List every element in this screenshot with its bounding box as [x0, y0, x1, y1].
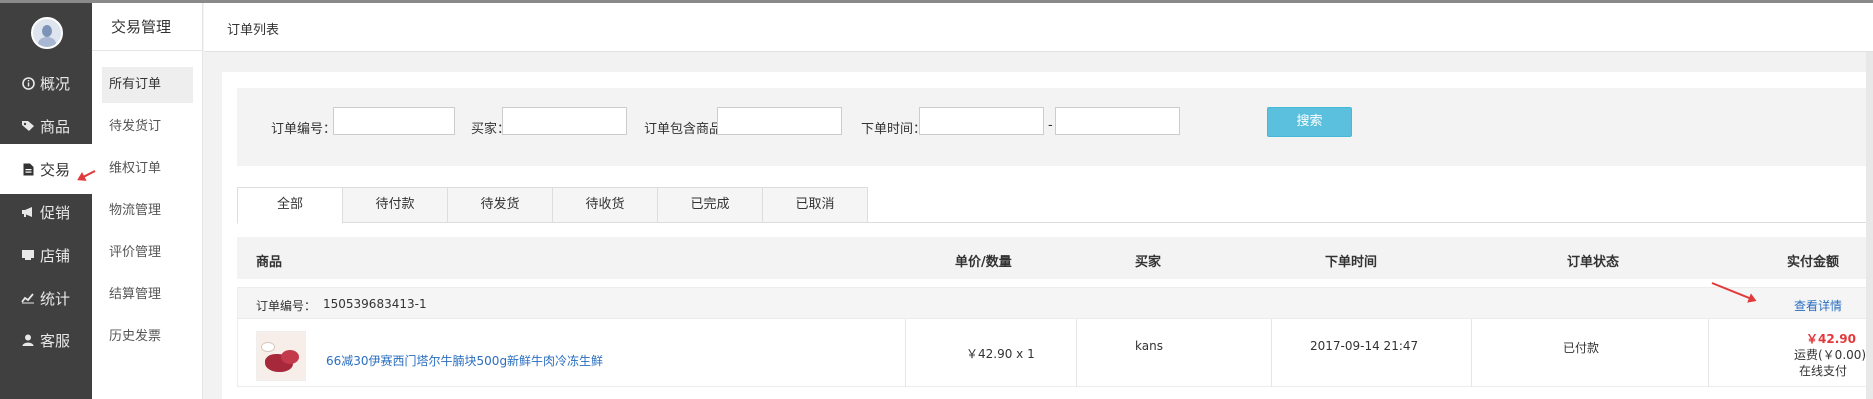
- tab-cancelled[interactable]: 已取消: [762, 187, 868, 223]
- order-header-row: 订单编号： 150539683413-1 查看详情: [237, 287, 1873, 319]
- sidebar-item-label: 促销: [40, 203, 71, 222]
- sidebar-item-label: 交易: [40, 160, 71, 179]
- sidebar-item-label: 客服: [40, 331, 71, 350]
- primary-sidebar: 概况 商品 交易 促销 店铺 统计 客服: [0, 3, 92, 399]
- subnav-item-reviews[interactable]: 评价管理: [102, 235, 193, 271]
- search-button[interactable]: 搜索: [1267, 107, 1352, 137]
- sidebar-item-label: 统计: [40, 289, 71, 308]
- column-header-buyer: 买家: [1135, 255, 1162, 270]
- vertical-scrollbar[interactable]: [1866, 52, 1873, 399]
- avatar-head-shape: [42, 25, 52, 37]
- column-header-order-time: 下单时间: [1325, 255, 1378, 270]
- sidebar-item-label: 商品: [40, 117, 71, 136]
- column-divider: [905, 319, 906, 387]
- order-no-input[interactable]: [333, 107, 455, 135]
- tab-completed[interactable]: 已完成: [657, 187, 763, 223]
- order-status-tabs: 全部 待付款 待发货 待收货 已完成 已取消: [237, 187, 1873, 224]
- goods-input[interactable]: [717, 107, 842, 135]
- column-divider: [1271, 319, 1272, 387]
- subnav-item-disputes[interactable]: 维权订单: [102, 151, 193, 187]
- tag-icon: [21, 119, 35, 133]
- order-time-from-input[interactable]: [919, 107, 1044, 135]
- document-icon: [21, 162, 35, 176]
- subnav-item-settlement[interactable]: 结算管理: [102, 277, 193, 313]
- thumbnail-meat-shape: [281, 350, 299, 364]
- product-name-link[interactable]: 66减30伊赛西门塔尔牛腩块500g新鲜牛肉冷冻生鲜: [326, 352, 603, 369]
- tab-pending-shipment[interactable]: 待发货: [447, 187, 553, 223]
- column-header-paid-amount: 实付金额: [1787, 255, 1840, 270]
- column-header-goods: 商品: [256, 255, 283, 270]
- tab-pending-receipt[interactable]: 待收货: [552, 187, 658, 223]
- view-details-link[interactable]: 查看详情: [1794, 297, 1842, 314]
- megaphone-icon: [21, 205, 35, 219]
- store-icon: [21, 248, 35, 262]
- thumbnail-bowl-shape: [261, 342, 275, 352]
- buyer-name: kans: [1135, 339, 1163, 353]
- column-divider: [1471, 319, 1472, 387]
- order-time-to-input[interactable]: [1055, 107, 1180, 135]
- column-divider: [1708, 319, 1709, 387]
- user-icon: [21, 333, 35, 347]
- subnav-title: 交易管理: [92, 3, 203, 51]
- subnav-item-invoice-history[interactable]: 历史发票: [102, 319, 193, 355]
- order-no-label: 订单编号：: [271, 122, 337, 137]
- subnav-item-logistics[interactable]: 物流管理: [102, 193, 193, 229]
- product-thumbnail[interactable]: [256, 331, 306, 381]
- avatar[interactable]: [31, 17, 63, 49]
- page-title: 订单列表: [227, 23, 280, 38]
- page-header: 订单列表: [204, 3, 1873, 52]
- order-time-label: 下单时间：: [861, 122, 927, 137]
- subnav-item-pending-shipment[interactable]: 待发货订: [102, 109, 193, 145]
- info-circle-icon: [21, 76, 35, 90]
- secondary-sidebar: 交易管理 所有订单 待发货订 维权订单 物流管理 评价管理 结算管理 历史发票: [92, 3, 203, 399]
- shipping-fee: 运费(￥0.00): [1794, 348, 1867, 362]
- price-quantity: ￥42.90 x 1: [966, 347, 1035, 361]
- paid-amount: ￥42.90: [1806, 332, 1856, 346]
- table-row: 66减30伊赛西门塔尔牛腩块500g新鲜牛肉冷冻生鲜 ￥42.90 x 1 ka…: [237, 319, 1873, 387]
- table-header: 商品 单价/数量 买家 下单时间 订单状态 实付金额: [237, 237, 1873, 279]
- column-header-status: 订单状态: [1567, 255, 1620, 270]
- column-divider: [1076, 319, 1077, 387]
- order-status: 已付款: [1563, 341, 1600, 355]
- sidebar-item-label: 店铺: [40, 246, 71, 265]
- order-number: 150539683413-1: [323, 297, 427, 311]
- sidebar-item-customer-service[interactable]: 客服: [0, 315, 92, 365]
- avatar-body-shape: [38, 37, 56, 47]
- payment-method: 在线支付: [1799, 364, 1848, 378]
- column-header-price-qty: 单价/数量: [955, 255, 1012, 270]
- sidebar-item-label: 概况: [40, 74, 71, 93]
- chart-line-icon: [21, 291, 35, 305]
- order-list-panel: 订单编号： 买家： 订单包含商品： 下单时间： - 搜索 全部 待付款 待发货 …: [222, 72, 1873, 399]
- filter-bar: 订单编号： 买家： 订单包含商品： 下单时间： - 搜索: [237, 88, 1873, 166]
- buyer-input[interactable]: [502, 107, 627, 135]
- tab-all[interactable]: 全部: [237, 187, 343, 224]
- time-range-separator: -: [1048, 118, 1053, 133]
- order-time: 2017-09-14 21:47: [1310, 339, 1419, 353]
- subnav-item-all-orders[interactable]: 所有订单: [102, 67, 193, 103]
- order-no-caption: 订单编号：: [256, 299, 317, 313]
- tab-pending-payment[interactable]: 待付款: [342, 187, 448, 223]
